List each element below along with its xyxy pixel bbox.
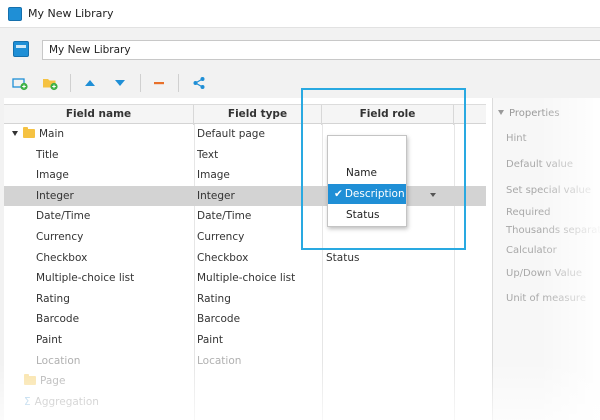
property-required-label: Required (506, 207, 551, 218)
folder-icon (23, 127, 35, 138)
field-name-cell: Integer (36, 189, 74, 202)
field-type-cell: Date/Time (197, 210, 252, 223)
field-role-dropdown: Name ✔ Description Status (327, 135, 407, 227)
field-type-cell: Location (197, 354, 242, 367)
add-field-icon (12, 78, 28, 91)
window-title: My New Library (28, 7, 114, 20)
property-calculator-label: Calculator (506, 245, 557, 256)
table-row[interactable]: Σ Aggregation (4, 392, 486, 413)
field-name-cell: Barcode (36, 313, 80, 326)
table-row[interactable]: Currency Currency (4, 227, 486, 248)
role-option-name[interactable]: Name (328, 163, 406, 183)
add-folder-icon (43, 79, 58, 91)
role-option-status[interactable]: Status (328, 205, 406, 225)
table-row[interactable]: Title Text (4, 145, 486, 166)
table-row[interactable]: Rating Rating (4, 289, 486, 310)
share-icon (193, 77, 205, 89)
toolbar-separator (140, 74, 141, 92)
toolbar-separator (178, 74, 179, 92)
field-type-cell: Currency (197, 231, 245, 243)
field-name-cell: Title (36, 148, 59, 161)
table-row[interactable]: Barcode Barcode (4, 309, 486, 330)
table-row[interactable]: Paint Paint (4, 330, 486, 351)
checkmark-icon: ✔ (334, 188, 343, 200)
property-hint-label: Hint (506, 133, 527, 144)
group-name-cell: Σ Aggregation (24, 392, 99, 413)
field-name-cell: Checkbox (36, 251, 88, 264)
table-header: Field name Field type Field role (4, 104, 486, 125)
table-row[interactable]: Page (4, 371, 486, 392)
table-row[interactable]: Location Location (4, 351, 486, 372)
field-type-cell: Default page (197, 128, 265, 140)
field-type-cell: Integer (197, 189, 235, 202)
role-option-label: Description (344, 188, 405, 200)
field-type-cell: Barcode (197, 313, 241, 326)
properties-title: Properties (509, 108, 560, 119)
field-name-cell: Image (36, 169, 69, 182)
group-name: Page (40, 375, 66, 388)
field-name-cell: Paint (36, 334, 62, 346)
folder-icon (24, 374, 36, 386)
field-name-cell: Location (36, 354, 81, 367)
property-thousands-separator-label: Thousands separator (506, 225, 600, 236)
move-up-button[interactable] (82, 75, 98, 91)
group-name-cell: Page (24, 371, 65, 392)
role-option-description[interactable]: ✔ Description (328, 184, 406, 204)
add-page-button[interactable] (42, 75, 58, 91)
minus-icon (154, 82, 164, 85)
table-row-selected[interactable]: Integer Integer (4, 185, 486, 207)
field-type-cell: Multiple-choice list (197, 272, 296, 285)
share-button[interactable] (191, 75, 207, 91)
toolbar-separator (70, 74, 71, 92)
table-row[interactable]: Date/Time Date/Time (4, 206, 486, 227)
collapse-arrow-icon (498, 110, 504, 115)
role-dropdown-arrow-icon[interactable] (430, 193, 436, 197)
field-type-cell: Text (197, 148, 219, 161)
property-updown-value-label: Up/Down Value (506, 268, 583, 279)
field-name-cell: Currency (36, 231, 84, 243)
table-row[interactable]: Multiple-choice list Multiple-choice lis… (4, 268, 486, 289)
table-row[interactable]: Image Image (4, 165, 486, 186)
field-type-header[interactable]: Field type (194, 105, 322, 125)
field-type-cell: Paint (197, 334, 223, 346)
field-role-header[interactable]: Field role (322, 105, 454, 125)
field-name: Main (39, 128, 65, 140)
field-type-cell: Checkbox (197, 251, 249, 264)
move-down-button[interactable] (112, 75, 128, 91)
field-type-cell: Image (197, 169, 230, 182)
field-name-header[interactable]: Field name (4, 105, 194, 125)
field-name-cell: Date/Time (36, 210, 91, 223)
property-special-value-label: Set special value (506, 185, 591, 196)
add-field-button[interactable] (12, 75, 28, 91)
window-titlebar: My New Library (0, 0, 600, 28)
arrow-up-icon (85, 80, 95, 86)
expand-arrow-icon[interactable] (12, 131, 18, 136)
properties-panel (492, 98, 600, 420)
properties-header[interactable]: Properties (498, 108, 560, 119)
sigma-icon: Σ (24, 395, 31, 408)
field-role-cell: Status (326, 251, 360, 264)
field-type-cell: Rating (197, 292, 231, 305)
remove-button[interactable] (151, 75, 167, 91)
field-name-cell: Rating (36, 292, 70, 305)
property-default-value-label: Default value (506, 159, 574, 170)
property-unit-of-measure-label: Unit of measure (506, 293, 586, 304)
group-name-cell: Main (12, 124, 64, 145)
arrow-down-icon (115, 80, 125, 86)
group-name: Aggregation (34, 395, 99, 408)
field-name-cell: Multiple-choice list (36, 272, 135, 285)
table-row[interactable]: Checkbox Checkbox Status (4, 248, 486, 269)
library-name-input[interactable] (42, 40, 600, 60)
library-icon[interactable] (13, 41, 29, 57)
app-icon (8, 7, 22, 21)
table-row[interactable]: Main Default page (4, 124, 486, 145)
